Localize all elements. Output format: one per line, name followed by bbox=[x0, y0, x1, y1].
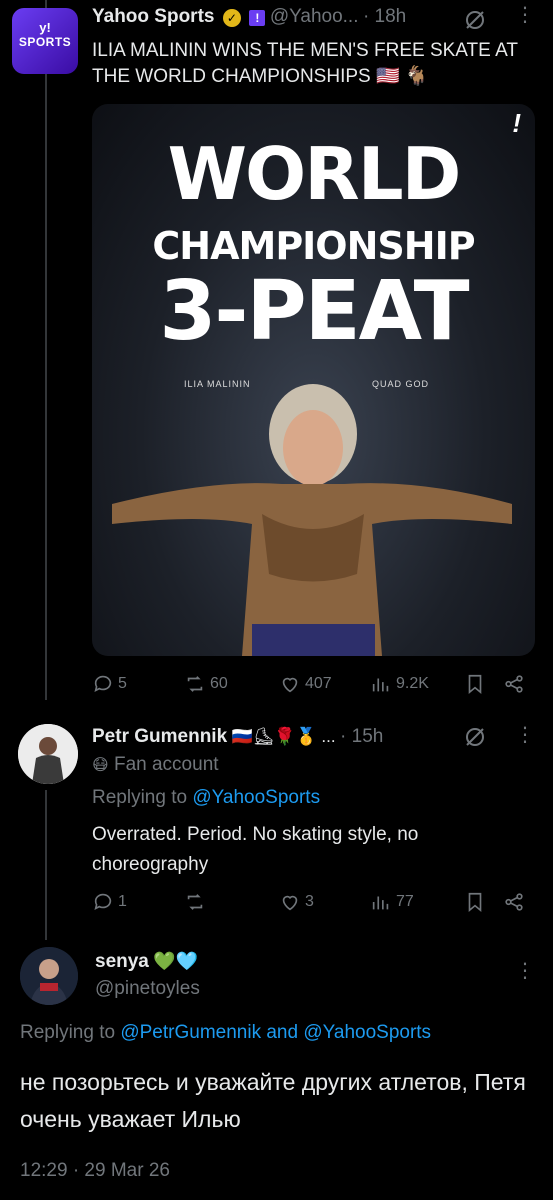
reply-button[interactable]: 5 bbox=[92, 673, 127, 695]
replying-prefix: Replying to bbox=[20, 1022, 116, 1043]
timestamp[interactable]: · 18h bbox=[363, 6, 406, 27]
mention-link[interactable]: @PetrGumennik and @YahooSports bbox=[120, 1022, 431, 1043]
mask-icon: 😷 bbox=[92, 757, 109, 774]
bookmark-icon bbox=[468, 892, 482, 913]
views-count: 9.2K bbox=[396, 675, 429, 692]
views-icon bbox=[372, 678, 389, 692]
reply-count: 1 bbox=[118, 893, 127, 910]
name-emojis: 🇷🇺⛸🌹🥇 ... bbox=[231, 727, 336, 746]
avatar[interactable] bbox=[18, 724, 78, 784]
mention-link[interactable]: @YahooSports bbox=[192, 787, 320, 808]
reply-button[interactable]: 1 bbox=[92, 891, 127, 913]
tweet-text: ILIA MALININ WINS THE MEN'S FREE SKATE A… bbox=[92, 40, 518, 87]
tweet-text: Overrated. Period. No skating style, no … bbox=[92, 824, 419, 875]
heart-icon bbox=[282, 677, 298, 693]
thread-line bbox=[45, 0, 47, 700]
avatar-text: SPORTS bbox=[18, 35, 72, 49]
avatar[interactable] bbox=[20, 947, 78, 1005]
bookmark-button[interactable] bbox=[464, 673, 486, 695]
handle[interactable]: @Yahoo... bbox=[270, 6, 359, 27]
image-title-line: WORLD bbox=[167, 132, 462, 216]
views-count: 77 bbox=[396, 893, 414, 910]
avatar-yahoo-sports[interactable]: y! SPORTS bbox=[12, 8, 78, 74]
share-icon bbox=[505, 893, 523, 911]
bookmark-button[interactable] bbox=[464, 891, 486, 913]
avatar-image bbox=[20, 947, 78, 1005]
verified-badge-icon: ✓ bbox=[222, 8, 241, 27]
views-button[interactable]: 9.2K bbox=[370, 673, 429, 695]
handle[interactable]: @pinetoyles bbox=[95, 978, 200, 1000]
views-button[interactable]: 77 bbox=[370, 891, 414, 913]
reply-icon bbox=[94, 893, 112, 910]
replying-to: Replying to @PetrGumennik and @YahooSpor… bbox=[20, 1022, 431, 1044]
views-icon bbox=[372, 896, 389, 910]
grok-icon[interactable] bbox=[463, 725, 487, 754]
repost-icon bbox=[187, 676, 203, 692]
share-button[interactable] bbox=[503, 891, 525, 913]
thread-line bbox=[45, 790, 47, 940]
like-button[interactable]: 3 bbox=[279, 891, 314, 913]
display-name[interactable]: Petr Gumennik bbox=[92, 726, 227, 747]
image-mark: ! bbox=[512, 108, 521, 138]
more-options-icon[interactable]: ⋮ bbox=[515, 722, 535, 747]
fan-account-text: Fan account bbox=[113, 754, 219, 775]
heart-icon bbox=[282, 895, 298, 911]
bookmark-icon bbox=[468, 674, 482, 695]
avatar-image bbox=[18, 724, 78, 784]
replying-prefix: Replying to bbox=[92, 787, 188, 808]
image-title-line: CHAMPIONSHIP bbox=[152, 224, 475, 268]
share-icon bbox=[505, 675, 523, 693]
tweet-text: не позорьтесь и уважайте других атлетов,… bbox=[20, 1069, 526, 1132]
display-name[interactable]: Yahoo Sports bbox=[92, 6, 214, 27]
more-options-icon[interactable]: ⋮ bbox=[515, 958, 535, 983]
repost-icon bbox=[187, 894, 203, 910]
share-button[interactable] bbox=[503, 673, 525, 695]
tweet-image[interactable]: WORLD CHAMPIONSHIP 3-PEAT ILIA MALININ Q… bbox=[92, 104, 535, 656]
image-title-line: 3-PEAT bbox=[159, 264, 469, 359]
replying-to: Replying to @YahooSports bbox=[92, 787, 320, 809]
timestamp[interactable]: · 15h bbox=[340, 726, 383, 747]
repost-button[interactable] bbox=[184, 891, 210, 913]
repost-button[interactable]: 60 bbox=[184, 673, 228, 695]
display-name[interactable]: senya bbox=[95, 951, 149, 972]
avatar-text: y! bbox=[39, 20, 51, 35]
name-emojis: 💚🩵 bbox=[153, 951, 199, 971]
grok-icon[interactable] bbox=[463, 8, 487, 37]
reply-icon bbox=[94, 675, 112, 692]
fan-account-label: 😷 Fan account bbox=[92, 754, 219, 776]
reply-count: 5 bbox=[118, 675, 127, 692]
affiliate-badge-icon: ! bbox=[249, 9, 266, 26]
skater-figure bbox=[112, 384, 512, 656]
timestamp[interactable]: 12:29 · 29 Mar 26 bbox=[20, 1160, 170, 1182]
like-count: 3 bbox=[305, 893, 314, 910]
like-count: 407 bbox=[305, 675, 332, 692]
tweet-header: senya 💚🩵 bbox=[95, 951, 198, 973]
more-options-icon[interactable]: ⋮ bbox=[515, 2, 535, 27]
repost-count: 60 bbox=[210, 675, 228, 692]
like-button[interactable]: 407 bbox=[279, 673, 332, 695]
